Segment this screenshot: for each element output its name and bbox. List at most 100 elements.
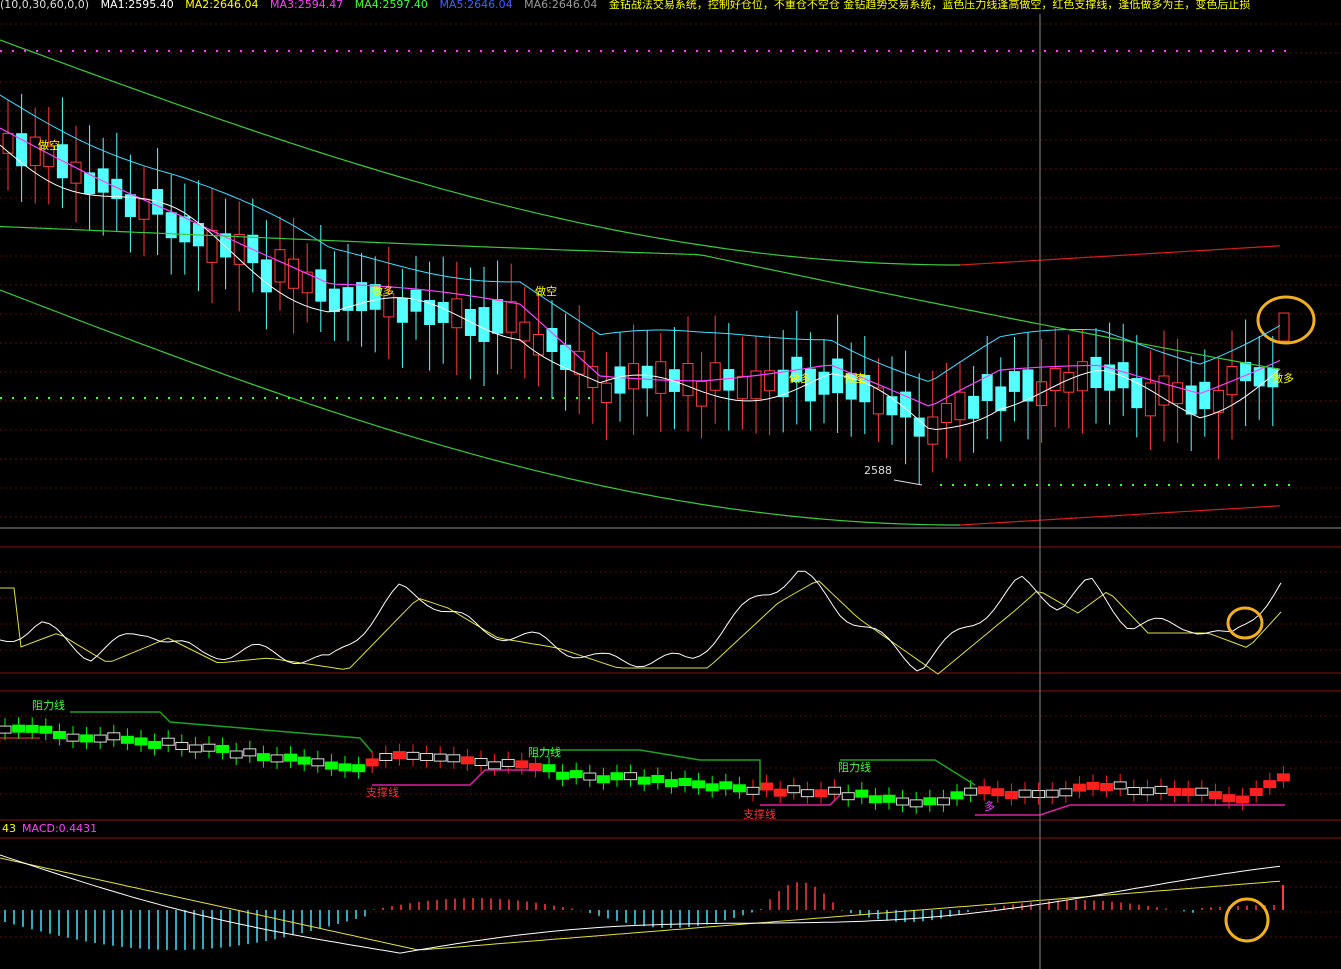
candle-up — [2, 132, 14, 154]
trend-bar-down — [569, 770, 583, 779]
candle-down — [886, 396, 898, 416]
upper-band-line — [959, 245, 1281, 266]
ma-magenta-line — [0, 127, 1281, 407]
trend-bar-up — [1195, 787, 1209, 796]
trend-bar-down — [583, 772, 597, 781]
trend-bar-up — [828, 786, 842, 795]
macd-panel-left-value: 43 — [2, 822, 16, 835]
trend-bar-down — [297, 756, 311, 765]
candle-down — [1240, 362, 1252, 382]
trend-bar-down — [732, 784, 746, 793]
candle-up — [696, 380, 708, 407]
trend-bar-down — [338, 763, 352, 772]
trend-bar-up — [977, 786, 991, 795]
trend-bar-up — [488, 761, 502, 770]
trend-bar-up — [1249, 788, 1263, 797]
candle-down — [478, 307, 490, 342]
candle-up — [628, 363, 640, 390]
trend-bar-up — [447, 754, 461, 763]
trend-bar-down — [936, 797, 950, 806]
trend-bar-down — [25, 724, 39, 733]
trend-bar-up — [1072, 783, 1086, 792]
trend-bar-down — [637, 776, 651, 785]
trend-bar-down — [923, 797, 937, 806]
support-line-label: 支撑线 — [743, 808, 776, 821]
signal-label-short: 做空 — [844, 372, 866, 385]
macd-dea-line — [0, 857, 1281, 951]
trend-panel[interactable] — [0, 711, 1290, 816]
oscillator-panel[interactable] — [0, 570, 1282, 675]
support-line — [760, 794, 841, 806]
candle-down — [641, 365, 653, 389]
trend-bar-up — [1086, 781, 1100, 790]
trend-bar-up — [800, 789, 814, 798]
resistance-line-label: 阻力线 — [528, 746, 561, 759]
grid-lines — [0, 23, 1341, 938]
trend-bar-up — [1113, 781, 1127, 790]
trend-bar-up — [1140, 787, 1154, 796]
trend-bar-down — [324, 761, 338, 770]
trend-bar-down — [692, 780, 706, 789]
trend-bar-down — [909, 799, 923, 808]
candle-down — [356, 282, 368, 312]
osc-d-line — [0, 580, 1282, 675]
candle-up — [1063, 371, 1075, 393]
trend-bar-up — [1222, 794, 1236, 803]
upper-channel-line — [0, 94, 1281, 382]
candle-down — [315, 269, 327, 302]
candle-down — [546, 327, 558, 353]
trend-bar-down — [120, 735, 134, 744]
trend-bar-down — [148, 740, 162, 749]
trend-bar-up — [379, 752, 393, 761]
trend-bar-up — [814, 789, 828, 798]
trend-bar-up — [1263, 780, 1277, 789]
trend-bar-up — [746, 786, 760, 795]
trend-bar-down — [270, 754, 284, 763]
trend-bar-down — [882, 794, 896, 803]
trend-bar-down — [964, 787, 978, 796]
signal-label-long: 做多 — [372, 285, 394, 298]
trend-bar-up — [1018, 789, 1032, 798]
trend-bar-down — [868, 795, 882, 804]
low-price-pointer — [893, 479, 923, 486]
trend-bar-up — [1059, 788, 1073, 797]
trend-bar-up — [392, 751, 406, 760]
trend-bar-up — [773, 788, 787, 797]
chart-canvas[interactable] — [0, 0, 1341, 969]
trend-bar-down — [596, 775, 610, 784]
trend-bar-up — [474, 758, 488, 767]
trend-bar-up — [1236, 795, 1250, 804]
candle-up — [600, 382, 612, 404]
trend-bar-down — [705, 783, 719, 792]
candle-down — [260, 259, 272, 293]
candle-down — [723, 369, 735, 391]
highlight-circle — [1226, 606, 1264, 640]
trend-bar-down — [610, 772, 624, 781]
trend-bar-down — [256, 753, 270, 762]
trend-bar-down — [39, 725, 53, 734]
candle-down — [614, 366, 626, 394]
trend-bar-down — [855, 789, 869, 798]
signal-label-short: 做空 — [38, 139, 60, 152]
candle-down — [995, 386, 1007, 412]
candle-up — [682, 363, 694, 397]
trend-bar-down — [719, 781, 733, 790]
main-price-panel[interactable] — [0, 39, 1316, 526]
trend-bar-up — [1154, 785, 1168, 794]
trend-bar-down — [93, 734, 107, 743]
candle-up — [927, 416, 939, 445]
lower-band-line — [959, 505, 1281, 526]
trend-bar-down — [950, 791, 964, 800]
candle-up — [709, 362, 721, 391]
trend-bar-up — [1004, 790, 1018, 799]
trend-bar-down — [216, 744, 230, 753]
trend-bar-up — [1276, 773, 1290, 782]
macd-panel[interactable] — [0, 854, 1284, 954]
trend-bar-down — [664, 779, 678, 788]
trend-bar-down — [66, 733, 80, 742]
candle-down — [16, 133, 28, 167]
ma-green-line — [0, 225, 1281, 370]
trend-bar-down — [896, 797, 910, 806]
osc-k-line — [0, 570, 1282, 672]
trend-bar-up — [515, 760, 529, 769]
